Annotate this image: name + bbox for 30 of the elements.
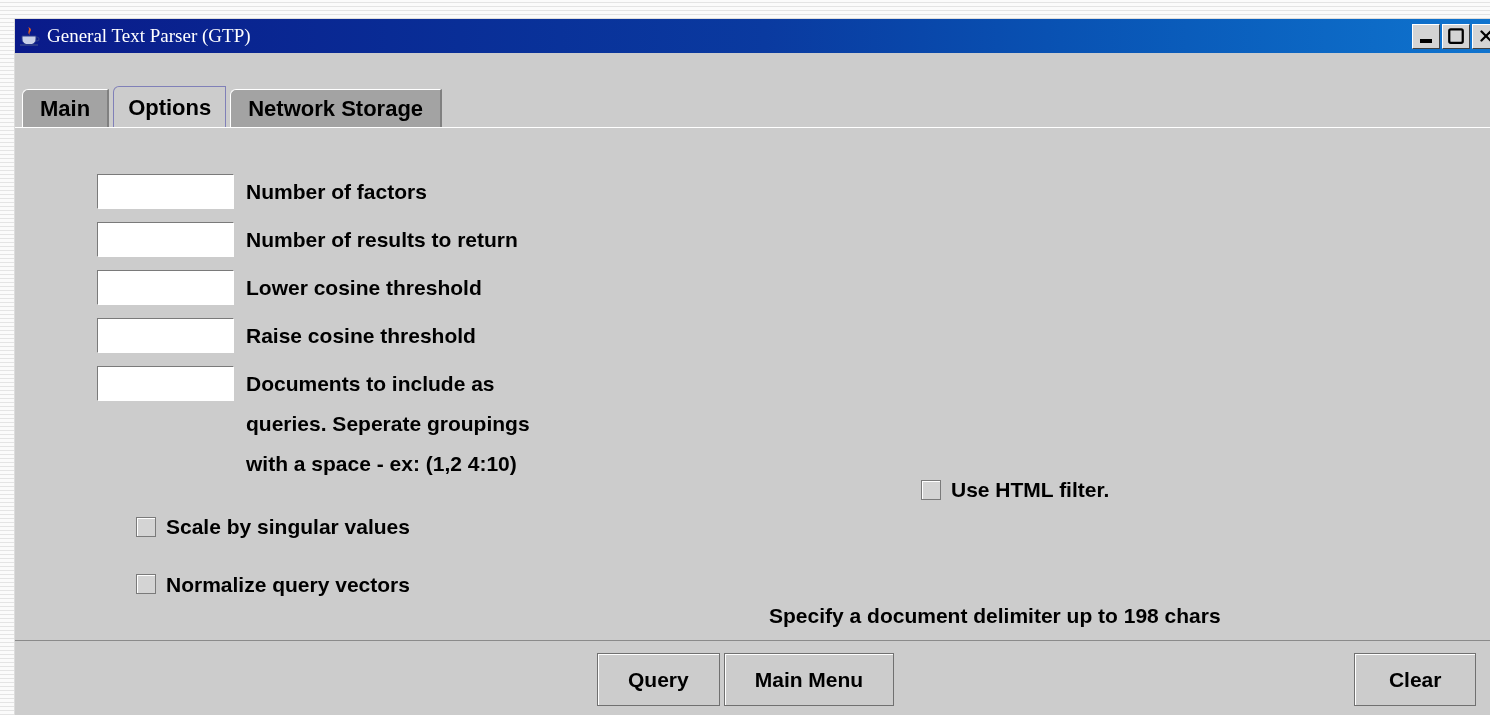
checkbox-label: Use HTML filter. — [951, 477, 1110, 503]
field-label: Documents to include as queries. Seperate groupings with a space - ex: (1,2 4:10) — [246, 371, 531, 477]
delimiter-note: Specify a document delimiter up to 198 chars — [769, 604, 1221, 627]
coffee-cup-icon — [19, 25, 41, 47]
checkbox-label: Scale by singular values — [166, 514, 410, 540]
field-label: Raise cosine threshold — [246, 323, 476, 349]
text-field[interactable] — [97, 222, 234, 257]
text-field[interactable] — [97, 366, 234, 401]
field-label: Number of results to return — [246, 227, 518, 253]
field-label: Number of factors — [246, 179, 427, 205]
checkbox[interactable] — [136, 574, 156, 595]
action-button[interactable]: Main Menu — [723, 653, 895, 706]
text-field[interactable] — [97, 270, 234, 305]
text-field[interactable] — [97, 318, 234, 353]
close-icon — [1477, 27, 1490, 45]
checkbox-label: Normalize query vectors — [166, 571, 410, 598]
text-field[interactable] — [97, 174, 234, 209]
maximize-button[interactable] — [1442, 23, 1470, 49]
maximize-icon — [1447, 27, 1465, 45]
action-button[interactable]: Query — [597, 653, 720, 706]
minimize-icon — [1420, 39, 1432, 43]
tab[interactable]: Main — [22, 89, 110, 127]
tab[interactable]: Options — [113, 86, 227, 127]
minimize-button[interactable] — [1412, 23, 1440, 49]
field-label: Lower cosine threshold — [246, 275, 482, 301]
tab[interactable]: Network Storage — [230, 89, 443, 127]
clear-button[interactable]: Clear — [1354, 653, 1477, 706]
window-title: General Text Parser (GTP) — [47, 23, 251, 48]
checkbox[interactable] — [921, 479, 941, 500]
checkbox[interactable] — [136, 516, 156, 537]
